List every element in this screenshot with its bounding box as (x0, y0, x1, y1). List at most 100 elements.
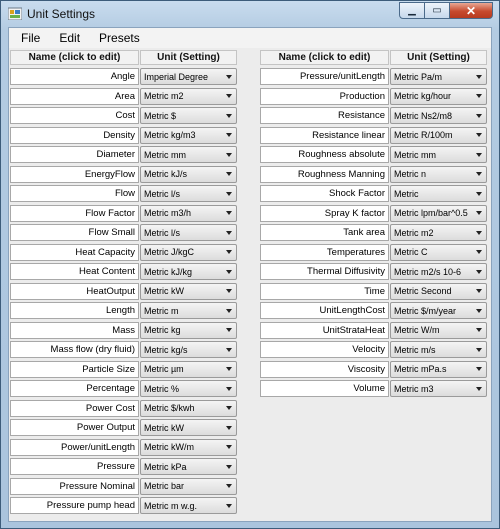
chevron-down-icon[interactable] (226, 211, 232, 215)
chevron-down-icon[interactable] (226, 386, 232, 391)
chevron-down-icon[interactable] (476, 211, 482, 215)
chevron-down-icon[interactable] (226, 289, 232, 293)
unit-select[interactable]: Metric mPa.s (390, 360, 487, 378)
unit-name-cell[interactable]: Resistance linear (260, 126, 389, 144)
unit-name-cell[interactable]: Mass (10, 321, 139, 339)
unit-select[interactable]: Metric l/s (140, 224, 237, 241)
unit-name-cell[interactable]: Viscosity (260, 360, 389, 378)
minimize-button[interactable]: ▁ (399, 2, 425, 19)
unit-select[interactable]: Metric W/m (390, 321, 487, 339)
chevron-down-icon[interactable] (226, 328, 232, 332)
unit-name-cell[interactable]: Pressure/unitLength (260, 68, 389, 85)
unit-select[interactable]: Metric kW/m (140, 438, 237, 456)
unit-name-cell[interactable]: Diameter (10, 146, 139, 163)
column-header-unit[interactable]: Unit (Setting) (140, 50, 237, 65)
unit-select[interactable]: Metric (390, 185, 487, 202)
unit-select[interactable]: Metric kg/s (140, 341, 237, 358)
chevron-down-icon[interactable] (226, 406, 232, 410)
unit-select[interactable]: Metric Pa/m (390, 68, 487, 85)
unit-select[interactable]: Metric kJ/kg (140, 263, 237, 280)
chevron-down-icon[interactable] (476, 386, 482, 391)
unit-select[interactable]: Metric m3/h (140, 204, 237, 222)
unit-select[interactable]: Metric Second (390, 282, 487, 300)
chevron-down-icon[interactable] (476, 230, 482, 235)
unit-select[interactable]: Metric kPa (140, 458, 237, 475)
chevron-down-icon[interactable] (476, 250, 482, 254)
unit-name-cell[interactable]: Power/unitLength (10, 438, 139, 456)
unit-name-cell[interactable]: Roughness Manning (260, 165, 389, 183)
chevron-down-icon[interactable] (226, 250, 232, 254)
chevron-down-icon[interactable] (226, 464, 232, 469)
chevron-down-icon[interactable] (476, 152, 482, 157)
unit-select[interactable]: Metric mm (140, 146, 237, 163)
unit-name-cell[interactable]: Production (260, 87, 389, 105)
unit-select[interactable]: Metric kW (140, 419, 237, 436)
unit-name-cell[interactable]: Mass flow (dry fluid) (10, 341, 139, 358)
unit-name-cell[interactable]: Velocity (260, 341, 389, 358)
unit-name-cell[interactable]: UnitStrataHeat (260, 321, 389, 339)
chevron-down-icon[interactable] (476, 113, 482, 118)
unit-select[interactable]: Imperial Degree (140, 68, 237, 85)
chevron-down-icon[interactable] (476, 269, 482, 274)
unit-name-cell[interactable]: Thermal Diffusivity (260, 263, 389, 280)
chevron-down-icon[interactable] (476, 74, 482, 79)
chevron-down-icon[interactable] (226, 113, 232, 118)
menu-file[interactable]: File (14, 28, 47, 48)
unit-select[interactable]: Metric m2 (140, 87, 237, 105)
unit-name-cell[interactable]: Volume (260, 380, 389, 397)
menu-edit[interactable]: Edit (52, 28, 87, 48)
unit-name-cell[interactable]: Area (10, 87, 139, 105)
chevron-down-icon[interactable] (226, 367, 232, 371)
menu-presets[interactable]: Presets (92, 28, 147, 48)
unit-name-cell[interactable]: Spray K factor (260, 204, 389, 222)
chevron-down-icon[interactable] (476, 347, 482, 352)
chevron-down-icon[interactable] (476, 172, 482, 176)
unit-select[interactable]: Metric lpm/bar^0.5 (390, 204, 487, 222)
unit-name-cell[interactable]: Power Output (10, 419, 139, 436)
unit-select[interactable]: Metric Ns2/m8 (390, 107, 487, 124)
close-button[interactable]: ✕ (450, 2, 493, 19)
unit-select[interactable]: Metric n (390, 165, 487, 183)
unit-name-cell[interactable]: Flow Factor (10, 204, 139, 222)
unit-name-cell[interactable]: UnitLengthCost (260, 302, 389, 319)
unit-select[interactable]: Metric C (390, 243, 487, 261)
unit-select[interactable]: Metric kg/hour (390, 87, 487, 105)
unit-name-cell[interactable]: Cost (10, 107, 139, 124)
unit-select[interactable]: Metric µm (140, 360, 237, 378)
unit-name-cell[interactable]: Flow Small (10, 224, 139, 241)
unit-name-cell[interactable]: Shock Factor (260, 185, 389, 202)
unit-name-cell[interactable]: Pressure Nominal (10, 477, 139, 495)
column-header-name[interactable]: Name (click to edit) (260, 50, 389, 65)
chevron-down-icon[interactable] (226, 445, 232, 449)
chevron-down-icon[interactable] (226, 308, 232, 313)
unit-name-cell[interactable]: Angle (10, 68, 139, 85)
unit-name-cell[interactable]: Time (260, 282, 389, 300)
unit-name-cell[interactable]: Flow (10, 185, 139, 202)
unit-select[interactable]: Metric kg/m3 (140, 126, 237, 144)
chevron-down-icon[interactable] (226, 152, 232, 157)
unit-name-cell[interactable]: Percentage (10, 380, 139, 397)
column-header-unit[interactable]: Unit (Setting) (390, 50, 487, 65)
unit-name-cell[interactable]: Tank area (260, 224, 389, 241)
chevron-down-icon[interactable] (476, 191, 482, 196)
unit-name-cell[interactable]: Roughness absolute (260, 146, 389, 163)
chevron-down-icon[interactable] (226, 503, 232, 508)
unit-select[interactable]: Metric R/100m (390, 126, 487, 144)
chevron-down-icon[interactable] (476, 367, 482, 371)
unit-select[interactable]: Metric m2 (390, 224, 487, 241)
unit-name-cell[interactable]: EnergyFlow (10, 165, 139, 183)
unit-select[interactable]: Metric $/m/year (390, 302, 487, 319)
unit-select[interactable]: Metric $/kwh (140, 399, 237, 417)
unit-select[interactable]: Metric % (140, 380, 237, 397)
chevron-down-icon[interactable] (226, 172, 232, 176)
column-header-name[interactable]: Name (click to edit) (10, 50, 139, 65)
title-bar[interactable]: Unit Settings ▁ ▭ ✕ (1, 1, 499, 27)
chevron-down-icon[interactable] (476, 133, 482, 137)
maximize-button[interactable]: ▭ (425, 2, 450, 19)
unit-select[interactable]: Metric kW (140, 282, 237, 300)
chevron-down-icon[interactable] (226, 347, 232, 352)
unit-name-cell[interactable]: Density (10, 126, 139, 144)
chevron-down-icon[interactable] (226, 425, 232, 430)
chevron-down-icon[interactable] (226, 94, 232, 98)
unit-name-cell[interactable]: HeatOutput (10, 282, 139, 300)
